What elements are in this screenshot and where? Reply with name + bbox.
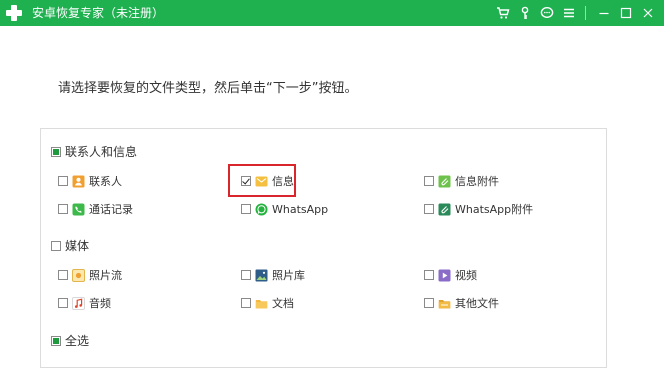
close-icon[interactable]	[638, 3, 658, 23]
option-call-logs[interactable]: 通话记录	[58, 201, 133, 217]
whatsapp-icon	[255, 203, 268, 216]
photo-stream-icon	[72, 268, 85, 282]
photo-stream-checkbox[interactable]	[58, 270, 68, 280]
other-files-checkbox[interactable]	[424, 298, 434, 308]
cart-icon[interactable]	[493, 3, 513, 23]
file-type-panel	[40, 128, 607, 368]
title-bar: 安卓恢复专家（未注册）	[0, 0, 664, 26]
contacts-label: 联系人	[89, 175, 122, 188]
photo-stream-label: 照片流	[89, 269, 122, 282]
option-whatsapp[interactable]: WhatsApp	[241, 201, 328, 217]
photo-library-checkbox[interactable]	[241, 270, 251, 280]
option-other-files[interactable]: 其他文件	[424, 295, 499, 311]
menu-icon[interactable]	[559, 3, 579, 23]
highlight-box	[228, 164, 296, 197]
option-whatsapp-attachments[interactable]: WhatsApp附件	[424, 201, 533, 217]
title-bar-controls	[491, 3, 658, 23]
key-icon[interactable]	[515, 3, 535, 23]
video-icon	[438, 269, 451, 282]
documents-checkbox[interactable]	[241, 298, 251, 308]
whatsapp-attachment-icon	[438, 203, 451, 216]
video-checkbox[interactable]	[424, 270, 434, 280]
phone-icon	[72, 203, 85, 216]
chat-icon[interactable]	[537, 3, 557, 23]
option-video[interactable]: 视频	[424, 267, 477, 283]
window-title: 安卓恢复专家（未注册）	[32, 6, 165, 20]
instruction-text: 请选择要恢复的文件类型，然后单击“下一步”按钮。	[58, 81, 358, 96]
other-files-icon	[438, 297, 451, 310]
option-documents[interactable]: 文档	[241, 295, 294, 311]
group-contacts-messages[interactable]: 联系人和信息	[51, 143, 137, 160]
other-files-label: 其他文件	[455, 297, 499, 310]
group-media-checkbox[interactable]	[51, 240, 61, 251]
photo-library-label: 照片库	[272, 269, 305, 282]
option-audio[interactable]: 音频	[58, 295, 111, 311]
documents-label: 文档	[272, 297, 294, 310]
group-media[interactable]: 媒体	[51, 237, 89, 254]
attachment-icon	[438, 175, 451, 188]
audio-label: 音频	[89, 297, 111, 310]
maximize-icon[interactable]	[616, 3, 636, 23]
group-contacts-messages-label: 联系人和信息	[65, 145, 138, 159]
contacts-checkbox[interactable]	[58, 176, 68, 186]
whatsapp-attachments-checkbox[interactable]	[424, 204, 434, 214]
audio-checkbox[interactable]	[58, 298, 68, 308]
audio-icon	[72, 296, 85, 310]
select-all-label: 全选	[65, 334, 90, 348]
option-photo-stream[interactable]: 照片流	[58, 267, 122, 283]
message-attachments-label: 信息附件	[455, 175, 499, 188]
minimize-icon[interactable]	[594, 3, 614, 23]
call-logs-label: 通话记录	[89, 203, 133, 216]
select-all-checkbox[interactable]	[51, 335, 61, 346]
option-contacts[interactable]: 联系人	[58, 173, 122, 189]
group-contacts-messages-checkbox[interactable]	[51, 146, 61, 157]
contacts-icon	[72, 175, 85, 188]
video-label: 视频	[455, 269, 477, 282]
option-message-attachments[interactable]: 信息附件	[424, 173, 499, 189]
call-logs-checkbox[interactable]	[58, 204, 68, 214]
message-attachments-checkbox[interactable]	[424, 176, 434, 186]
select-all[interactable]: 全选	[51, 332, 89, 349]
title-bar-divider	[585, 6, 586, 20]
whatsapp-attachments-label: WhatsApp附件	[455, 203, 534, 216]
app-logo-icon	[4, 3, 24, 23]
whatsapp-checkbox[interactable]	[241, 204, 251, 214]
whatsapp-label: WhatsApp	[272, 202, 329, 216]
folder-icon	[255, 297, 268, 310]
photo-library-icon	[255, 269, 268, 282]
option-photo-library[interactable]: 照片库	[241, 267, 305, 283]
group-media-label: 媒体	[65, 239, 90, 253]
